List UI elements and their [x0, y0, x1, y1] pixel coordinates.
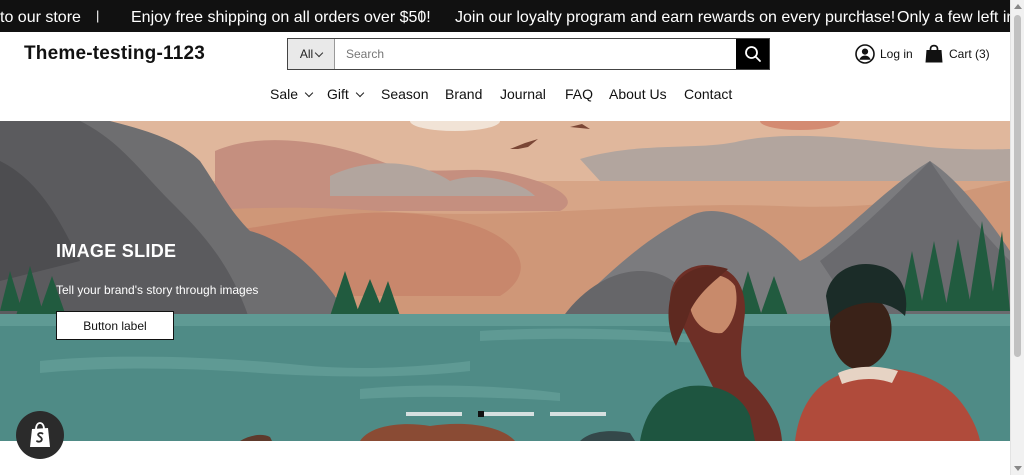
- cart-label: Cart (3): [949, 47, 990, 61]
- nav-item-label: Contact: [684, 86, 733, 102]
- shopping-bag-icon: [925, 44, 943, 63]
- nav-item-label: Season: [381, 86, 429, 102]
- nav-item-brand[interactable]: Brand: [445, 86, 482, 102]
- slide-indicator-3[interactable]: [550, 412, 606, 416]
- nav-item-about-us[interactable]: About Us: [609, 86, 667, 102]
- nav-item-label: Sale: [270, 86, 299, 102]
- announcement-message: Enjoy free shipping on all orders over $…: [131, 9, 431, 26]
- hero-cta-button[interactable]: Button label: [56, 311, 174, 340]
- nav-item-sale[interactable]: Sale: [270, 86, 314, 102]
- scrollbar-thumb[interactable]: [1014, 15, 1021, 357]
- chevron-down-icon: [314, 48, 324, 57]
- hero-subtitle: Tell your brand's story through images: [56, 283, 259, 297]
- announcement-message: Join our loyalty program and earn reward…: [455, 9, 896, 26]
- announcement-separator: |: [96, 8, 100, 23]
- announcement-message: to our store: [0, 9, 81, 26]
- nav-item-label: Brand: [445, 86, 483, 102]
- search-icon: [744, 46, 761, 62]
- scroll-up-icon[interactable]: [1014, 4, 1022, 9]
- announcement-bar: to our store | Enjoy free shipping on al…: [0, 0, 1010, 32]
- page-scrollbar[interactable]: [1010, 0, 1024, 475]
- login-link[interactable]: Log in: [855, 44, 913, 64]
- scroll-down-icon[interactable]: [1014, 466, 1022, 471]
- chevron-down-icon: [304, 88, 314, 97]
- slide-indicator-2[interactable]: [478, 412, 534, 416]
- chevron-down-icon: [355, 88, 365, 97]
- nav-item-label: Journal: [500, 86, 546, 102]
- page: to our store | Enjoy free shipping on al…: [0, 0, 1024, 475]
- search-category-select[interactable]: All: [288, 39, 335, 69]
- hero-slideshow: IMAGE SLIDE Tell your brand's story thro…: [0, 121, 1010, 441]
- slideshow-pagination: [406, 411, 606, 418]
- nav-item-season[interactable]: Season: [381, 86, 428, 102]
- slide-indicator-1[interactable]: [406, 412, 462, 416]
- nav-item-gift[interactable]: Gift: [327, 86, 365, 102]
- store-logo-text[interactable]: Theme-testing-1123: [24, 43, 205, 65]
- hero-illustration: [0, 121, 1010, 441]
- nav-item-journal[interactable]: Journal: [500, 86, 546, 102]
- nav-item-label: About Us: [609, 86, 667, 102]
- main-navigation: Sale Gift Season Brand Journal FAQ About…: [0, 86, 1010, 106]
- announcement-message: Only a few left in s: [897, 9, 1010, 26]
- active-slide-marker: [478, 411, 484, 417]
- nav-item-contact[interactable]: Contact: [684, 86, 732, 102]
- cart-link[interactable]: Cart (3): [924, 44, 990, 64]
- nav-item-label: FAQ: [565, 86, 594, 102]
- shopify-badge[interactable]: [16, 411, 64, 459]
- search-button[interactable]: [736, 39, 769, 69]
- hero-title: IMAGE SLIDE: [56, 241, 177, 261]
- search-category-value: All: [299, 47, 314, 61]
- search-input[interactable]: [335, 39, 736, 69]
- shopify-bag-icon: [30, 422, 50, 447]
- nav-item-label: Gift: [327, 86, 349, 102]
- announcement-separator: |: [420, 8, 424, 23]
- search-bar: All: [287, 38, 770, 70]
- nav-item-faq[interactable]: FAQ: [565, 86, 593, 102]
- announcement-separator: |: [862, 8, 866, 23]
- user-icon: [855, 44, 875, 64]
- login-label: Log in: [880, 47, 913, 61]
